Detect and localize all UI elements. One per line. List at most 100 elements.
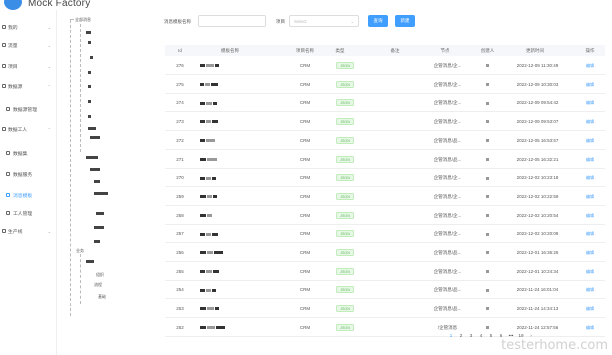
table-row[interactable]: 273 CRM 企管消息/企... 2022-12-09 09:53:07 JSON 编辑 <box>165 113 605 132</box>
table-row[interactable]: 272 CRM 企管消息/品... 2022-12-05 16:53:57 JSON 编辑 <box>165 132 605 150</box>
tree-node[interactable] <box>94 240 100 243</box>
cell-node: 企管消息/品... <box>433 137 462 143</box>
page-button[interactable]: 2 <box>457 333 465 338</box>
page-button[interactable]: 3 <box>467 333 475 338</box>
table-row[interactable]: 258 CRM 企管消息/企... 2022-12-02 10:20:54 JSON 编辑 <box>165 207 605 225</box>
template-name-input[interactable] <box>198 15 266 27</box>
edit-link[interactable]: 编辑 <box>586 306 594 311</box>
redaction-mark <box>206 270 212 273</box>
cell-project: CRM <box>299 324 311 330</box>
tree-node[interactable] <box>94 192 108 195</box>
edit-link[interactable]: 编辑 <box>586 157 594 162</box>
table-row[interactable]: 256 CRM 企管消息/品... 2022-12-01 16:36:26 JSON 编辑 <box>165 244 605 262</box>
table-row[interactable]: 274 CRM 企管消息/企... 2022-12-09 09:54:42 JSON 编辑 <box>165 94 605 113</box>
table-row[interactable]: 271 CRM 企管消息/品... 2022-12-05 16:32:21 JSON 编辑 <box>165 151 605 169</box>
tree-node[interactable] <box>88 115 91 118</box>
sidebar-item-data-service[interactable]: 数据服务 <box>0 169 57 179</box>
edit-link[interactable]: 编辑 <box>586 63 594 68</box>
tree-node[interactable] <box>94 180 100 183</box>
cell-creator-redacted <box>475 300 500 318</box>
tree-node[interactable] <box>86 31 91 34</box>
page-button[interactable]: 1 <box>447 333 455 338</box>
tree-node[interactable] <box>88 71 91 74</box>
table-row[interactable]: 252 CRM/企管消息 2022-11-24 12:57:56 JSON 编辑 <box>165 319 605 337</box>
tree-node[interactable] <box>88 41 91 44</box>
tree-node[interactable] <box>88 100 91 103</box>
tree-node[interactable] <box>90 136 100 139</box>
col-header-name[interactable]: 模板名称 <box>195 45 265 56</box>
cell-creator-redacted <box>475 132 500 150</box>
edit-link[interactable]: 编辑 <box>586 269 594 274</box>
edit-link[interactable]: 编辑 <box>586 82 594 87</box>
sidebar-item-traffic[interactable]: 流量 ⌄ <box>0 40 57 50</box>
col-header-action[interactable]: 操作 <box>575 45 605 56</box>
tree-node[interactable] <box>96 212 104 215</box>
edit-link[interactable]: 编辑 <box>586 100 594 105</box>
type-badge: JSON <box>336 230 354 238</box>
sidebar-item-dataset[interactable]: 数据集 <box>0 148 57 158</box>
cell-creator-redacted <box>475 263 500 281</box>
edit-link[interactable]: 编辑 <box>586 213 594 218</box>
sidebar-item-mine[interactable]: 我的 ⌄ <box>0 22 57 32</box>
sidebar-item-datasource[interactable]: 数据源 ⌃ <box>0 81 57 91</box>
col-header-updated[interactable]: 更新时间 <box>505 45 565 56</box>
cell-type: JSON <box>325 151 365 169</box>
table-row[interactable]: 276 CRM 企管消息/企... 2022-12-09 11:30:49 JSON 编辑 <box>165 57 605 75</box>
col-header-remark[interactable]: 备注 <box>365 45 425 56</box>
edit-link[interactable]: 编辑 <box>586 231 594 236</box>
user-icon <box>2 25 6 29</box>
table-row[interactable]: 259 CRM 企管消息/企... 2022-12-02 10:22:59 JSON 编辑 <box>165 188 605 206</box>
search-button[interactable]: 查询 <box>368 15 388 27</box>
sidebar-item-project[interactable]: 项目 ⌄ <box>0 61 57 71</box>
page-button[interactable]: 5 <box>487 333 495 338</box>
tree-node[interactable] <box>88 85 91 88</box>
table-row[interactable]: 275 CRM 企管消息/企... 2022-12-09 10:30:03 JSON 编辑 <box>165 76 605 94</box>
col-header-type[interactable]: 类型 <box>325 45 355 56</box>
project-select[interactable]: Select ⌄ <box>289 15 359 27</box>
col-header-project[interactable]: 项目名称 <box>285 45 325 56</box>
table-row[interactable]: 254 CRM 企管消息/品... 2022-11-24 16:01:04 JSON 编辑 <box>165 281 605 300</box>
tree-node[interactable] <box>86 260 94 263</box>
cell-id: 256 <box>176 250 184 255</box>
edit-link[interactable]: 编辑 <box>586 119 594 124</box>
redaction-mark <box>211 83 218 86</box>
page-button[interactable]: 4 <box>477 333 485 338</box>
project-label: 项目 <box>276 19 285 24</box>
sidebar-item-label: 我的 <box>8 25 18 31</box>
tree-node[interactable] <box>90 168 100 171</box>
tree-node[interactable] <box>90 56 93 59</box>
tree-node[interactable] <box>94 226 104 229</box>
new-button[interactable]: 新建 <box>395 15 415 27</box>
tree-node-root[interactable]: 全部消息 <box>75 17 91 23</box>
tree-node-org[interactable]: 组织 <box>96 272 104 278</box>
table-row[interactable]: 270 CRM 企管消息/企... 2022-12-02 10:23:18 JSON 编辑 <box>165 169 605 188</box>
cell-creator-redacted <box>475 188 500 206</box>
col-header-creator[interactable]: 创建人 <box>470 45 505 56</box>
tree-node[interactable] <box>88 127 96 130</box>
cell-node: 企管消息/企... <box>433 63 462 68</box>
table-row[interactable]: 253 CRM 企管消息/品... 2022-11-24 14:34:13 JSON 编辑 <box>165 300 605 319</box>
cell-updated: 2022-11-24 14:34:13 <box>516 306 559 312</box>
sidebar-item-datasource-manage[interactable]: 数据源管理 <box>0 104 57 114</box>
edit-link[interactable]: 编辑 <box>586 250 594 255</box>
table-row[interactable]: 255 CRM 企管消息/企... 2022-12-01 10:24:34 JSON 编辑 <box>165 263 605 281</box>
redaction-mark <box>215 307 219 311</box>
tree-node-base[interactable]: 基础 <box>98 294 106 300</box>
edit-link[interactable]: 编辑 <box>586 287 594 292</box>
project-icon <box>2 64 6 68</box>
sidebar-item-worker-manage[interactable]: 工人管理 <box>0 208 57 218</box>
edit-link[interactable]: 编辑 <box>586 325 594 330</box>
edit-link[interactable]: 编辑 <box>586 138 594 143</box>
edit-link[interactable]: 编辑 <box>586 194 594 199</box>
table-row[interactable]: 257 CRM 企管消息/企... 2022-12-02 10:20:08 JSON 编辑 <box>165 225 605 244</box>
cell-node: 企管消息/企... <box>433 268 462 274</box>
sidebar-item-data-worker[interactable]: 数据工人 ⌃ <box>0 124 57 134</box>
tree-node-flow[interactable]: 流程 <box>94 282 102 288</box>
col-header-node[interactable]: 节点 <box>425 45 465 56</box>
tree-node[interactable] <box>86 156 98 159</box>
sidebar-item-message-template[interactable]: 消息模板 <box>0 190 57 200</box>
col-header-id[interactable]: Id <box>165 45 195 56</box>
edit-link[interactable]: 编辑 <box>586 175 594 180</box>
sidebar-item-label: 工人管理 <box>13 211 33 217</box>
sidebar-item-pipeline[interactable]: 生产线 ⌄ <box>0 226 57 236</box>
